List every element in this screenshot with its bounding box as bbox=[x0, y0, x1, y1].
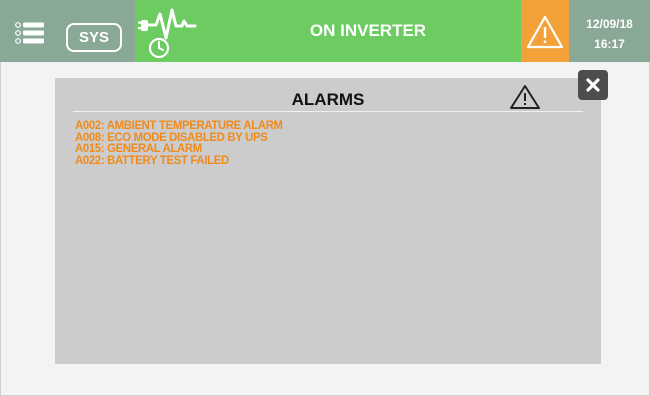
sys-button[interactable]: SYS bbox=[66, 23, 122, 52]
alarm-item: A022: BATTERY TEST FAILED bbox=[75, 152, 229, 167]
close-button[interactable] bbox=[578, 70, 608, 100]
warning-icon[interactable] bbox=[524, 12, 566, 52]
alarms-dialog: ALARMS A002: AMBIENT TEMPERATURE ALARM A… bbox=[55, 78, 601, 364]
time-label: 16:17 bbox=[594, 37, 625, 51]
top-bar: SYS ON INVERTER 12/09/18 16:17 bbox=[0, 0, 650, 62]
close-icon bbox=[586, 78, 600, 92]
ups-screen: SYS ON INVERTER 12/09/18 16:17 ALARMS A0… bbox=[0, 0, 650, 396]
alarm-list: A002: AMBIENT TEMPERATURE ALARM A008: EC… bbox=[75, 119, 296, 167]
ups-status: ON INVERTER bbox=[309, 21, 427, 40]
menu-icon[interactable] bbox=[15, 22, 45, 44]
warning-icon bbox=[509, 84, 541, 110]
date-label: 12/09/18 bbox=[586, 17, 633, 31]
divider bbox=[73, 111, 583, 112]
clock: 12/09/18 16:17 bbox=[569, 14, 650, 54]
